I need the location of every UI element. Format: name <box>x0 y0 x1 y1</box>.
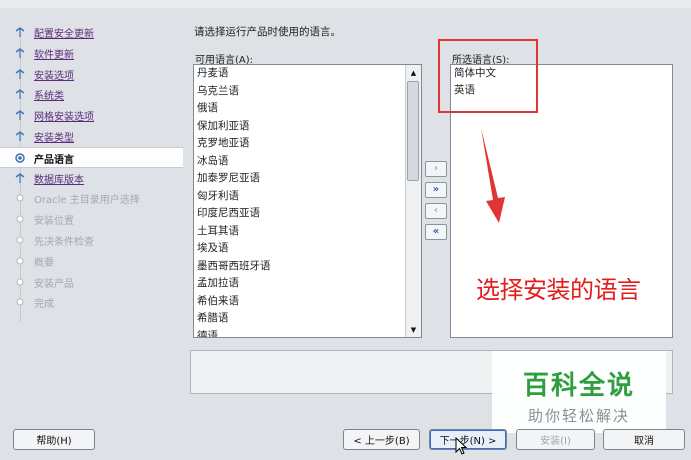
pending-step-icon <box>16 298 24 306</box>
pending-step-icon <box>16 236 24 244</box>
available-languages-list: 丹麦语 乌克兰语 俄语 保加利亚语 克罗地亚语 冰岛语 加泰罗尼亚语 匈牙利语 印度尼西亚语 土耳… <box>194 65 407 338</box>
step-navigation: 配置安全更新 软件更新安装选项系统类网格安装选项 安装类型产品语言数据库版本 Orac… <box>0 18 183 418</box>
mouse-cursor-icon <box>455 437 467 455</box>
available-language-item[interactable]: 丹麦语 <box>194 65 407 83</box>
move-buttons-group: › » ‹ « <box>425 161 449 241</box>
step-item[interactable]: 安装类型 <box>0 126 183 147</box>
current-step-icon <box>15 153 25 163</box>
available-language-item[interactable]: 希腊语 <box>194 310 407 328</box>
step-label: 产品语言 <box>34 154 74 166</box>
step-item: 完成 <box>0 292 183 313</box>
pending-step-icon <box>16 257 24 265</box>
step-label: 系统类 <box>34 91 64 103</box>
available-language-item[interactable]: 德语 <box>194 328 407 338</box>
completed-step-icon <box>15 47 25 58</box>
scroll-up-arrow-icon[interactable]: ▲ <box>406 65 421 80</box>
watermark-title: 百科全说 <box>522 371 635 401</box>
step-item: Oracle 主目录用户选择 <box>0 188 183 209</box>
available-language-item[interactable]: 匈牙利语 <box>194 188 407 206</box>
remove-one-button[interactable]: ‹ <box>425 203 447 219</box>
completed-step-icon <box>15 131 25 141</box>
back-button[interactable]: < 上一步(B) <box>343 429 420 450</box>
step-current[interactable]: 产品语言 <box>0 146 183 168</box>
step-label: 完成 <box>34 299 54 311</box>
available-language-item[interactable]: 加泰罗尼亚语 <box>194 170 407 188</box>
step-item: 概要 <box>0 251 183 272</box>
scrollbar-thumb[interactable] <box>407 81 419 181</box>
step-item[interactable]: 安装选项 <box>0 64 183 85</box>
step-item[interactable]: 网格安装选项 <box>0 105 183 126</box>
available-language-item[interactable]: 土耳其语 <box>194 223 407 241</box>
install-button[interactable]: 安装(I) <box>516 429 595 450</box>
completed-step-icon <box>15 172 25 183</box>
next-button[interactable]: 下一步(N) > <box>429 429 507 450</box>
step-item[interactable]: 配置安全更新 <box>0 22 183 43</box>
step-item[interactable]: 系统类 <box>0 84 183 105</box>
step-label: 网格安装选项 <box>34 112 94 124</box>
step-label: Oracle 主目录用户选择 <box>34 195 140 207</box>
annotation-text: 选择安装的语言 <box>476 276 641 304</box>
remove-all-button[interactable]: « <box>425 224 447 240</box>
available-language-item[interactable]: 克罗地亚语 <box>194 135 407 153</box>
step-label: 配置安全更新 <box>34 29 94 40</box>
available-languages-listbox[interactable]: 丹麦语 乌克兰语 俄语 保加利亚语 克罗地亚语 冰岛语 加泰罗尼亚语 匈牙利语 印度尼西亚语 土耳… <box>193 64 422 338</box>
watermark-slogan: 助你轻松解决 <box>527 407 630 425</box>
step-label: 安装产品 <box>34 278 74 290</box>
help-button[interactable]: 帮助(H) <box>13 429 95 450</box>
step-label: 安装位置 <box>34 216 74 228</box>
step-item[interactable]: 数据库版本 <box>0 168 183 189</box>
available-language-item[interactable]: 冰岛语 <box>194 153 407 171</box>
step-label: 概要 <box>34 257 54 269</box>
red-arrow-annotation <box>481 128 505 223</box>
available-language-item[interactable]: 印度尼西亚语 <box>194 205 407 223</box>
step-item: 安装产品 <box>0 272 183 293</box>
available-language-item[interactable]: 孟加拉语 <box>194 275 407 293</box>
add-one-button[interactable]: › <box>425 161 447 177</box>
pending-step-icon <box>16 278 24 286</box>
scroll-down-arrow-icon[interactable]: ▼ <box>406 322 421 337</box>
pending-step-icon <box>16 194 24 202</box>
available-language-item[interactable]: 墨西哥西班牙语 <box>194 258 407 276</box>
step-label: 先决条件检查 <box>34 237 94 248</box>
add-all-button[interactable]: » <box>425 182 447 198</box>
step-item[interactable]: 软件更新 <box>0 43 183 64</box>
available-language-item[interactable]: 希伯来语 <box>194 293 407 311</box>
watermark-logo: 百科全说 助你轻松解决 <box>492 351 666 433</box>
step-label: 安装选项 <box>34 70 74 82</box>
available-list-scrollbar[interactable]: ▲ ▼ <box>405 65 421 337</box>
available-language-item[interactable]: 保加利亚语 <box>194 118 407 136</box>
available-language-item[interactable]: 埃及语 <box>194 240 407 258</box>
completed-step-icon <box>15 110 25 121</box>
pending-step-icon <box>16 215 24 223</box>
completed-step-icon <box>15 27 25 37</box>
completed-step-icon <box>15 68 25 79</box>
red-highlight-box <box>438 39 538 113</box>
step-item: 先决条件检查 <box>0 230 183 251</box>
completed-step-icon <box>15 89 25 100</box>
available-language-item[interactable]: 俄语 <box>194 100 407 118</box>
step-label: 安装类型 <box>34 133 74 144</box>
step-item: 安装位置 <box>0 209 183 230</box>
cancel-button[interactable]: 取消 <box>603 429 685 450</box>
window-top-strip <box>0 0 691 8</box>
instruction-text: 请选择运行产品时使用的语言。 <box>194 26 341 38</box>
step-label: 数据库版本 <box>34 174 84 186</box>
step-label: 软件更新 <box>34 49 74 61</box>
available-language-item[interactable]: 乌克兰语 <box>194 83 407 101</box>
